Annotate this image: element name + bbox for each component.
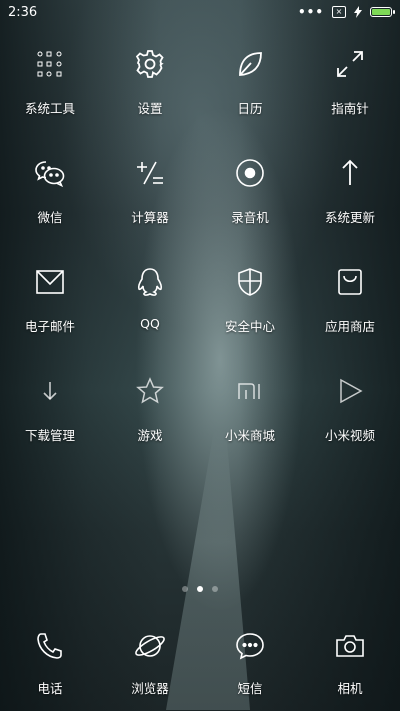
wechat-icon [30,151,70,195]
penguin-icon [130,260,170,304]
app-label: QQ [140,316,160,331]
app-mi-video[interactable]: 小米视频 [300,369,400,478]
app-label: 下载管理 [24,428,75,443]
app-label: 系统更新 [324,210,375,225]
star-icon [130,369,170,413]
dock: 电话 浏览器 短信 相机 [0,624,400,697]
app-label: 短信 [237,681,263,696]
app-calculator[interactable]: 计算器 [100,151,200,260]
camera-icon [330,624,370,668]
app-app-store[interactable]: 应用商店 [300,260,400,369]
app-label: 小米视频 [324,428,375,443]
app-qq[interactable]: QQ [100,260,200,369]
app-label: 录音机 [231,210,269,225]
app-download-manager[interactable]: 下载管理 [0,369,100,478]
mi-logo-icon [230,369,270,413]
shopping-bag-icon [330,260,370,304]
chat-bubble-icon [230,624,270,668]
app-label: 微信 [37,210,63,225]
battery-icon [370,7,395,17]
charging-bolt-icon [354,6,362,18]
arrow-up-icon [330,151,370,195]
app-label: 设置 [137,101,163,116]
dock-phone[interactable]: 电话 [0,624,100,697]
calculator-icon [130,151,170,195]
phone-icon [30,624,70,668]
envelope-icon [30,260,70,304]
status-bar: 2:36 ••• × [0,0,400,24]
dock-messages[interactable]: 短信 [200,624,300,697]
status-icons: ••• × [297,5,395,19]
download-arrow-icon [30,369,70,413]
app-label: 电话 [37,681,63,696]
app-label: 小米商城 [224,428,275,443]
no-sim-icon: × [332,6,346,18]
signal-dots: ••• [297,5,324,19]
app-label: 应用商店 [324,319,375,334]
app-system-update[interactable]: 系统更新 [300,151,400,260]
app-system-tools[interactable]: 系统工具 [0,42,100,151]
app-label: 相机 [337,681,363,696]
app-label: 电子邮件 [24,319,75,334]
app-email[interactable]: 电子邮件 [0,260,100,369]
shield-icon [230,260,270,304]
app-compass[interactable]: 指南针 [300,42,400,151]
page-dot[interactable] [182,586,188,592]
app-grid: 系统工具 设置 日历 指南针 微信 计算器 录音机 系统更新 电子邮件 QQ 安… [0,42,400,478]
app-security-center[interactable]: 安全中心 [200,260,300,369]
dock-camera[interactable]: 相机 [300,624,400,697]
planet-icon [130,624,170,668]
folder-grid-icon [30,42,70,86]
app-label: 安全中心 [224,319,275,334]
app-settings[interactable]: 设置 [100,42,200,151]
record-icon [230,151,270,195]
app-wechat[interactable]: 微信 [0,151,100,260]
status-time: 2:36 [8,4,38,20]
leaf-icon [230,42,270,86]
app-label: 计算器 [131,210,169,225]
gear-icon [130,42,170,86]
app-games[interactable]: 游戏 [100,369,200,478]
app-label: 指南针 [331,101,369,116]
page-dot[interactable] [212,586,218,592]
app-mi-store[interactable]: 小米商城 [200,369,300,478]
page-dot-active[interactable] [197,586,203,592]
app-label: 游戏 [137,428,163,443]
app-label: 系统工具 [24,101,75,116]
battery-fill [372,9,390,15]
expand-arrows-icon [330,42,370,86]
app-label: 浏览器 [131,681,169,696]
dock-browser[interactable]: 浏览器 [100,624,200,697]
app-label: 日历 [237,101,263,116]
play-icon [330,369,370,413]
app-calendar[interactable]: 日历 [200,42,300,151]
app-recorder[interactable]: 录音机 [200,151,300,260]
page-indicator [0,586,400,592]
